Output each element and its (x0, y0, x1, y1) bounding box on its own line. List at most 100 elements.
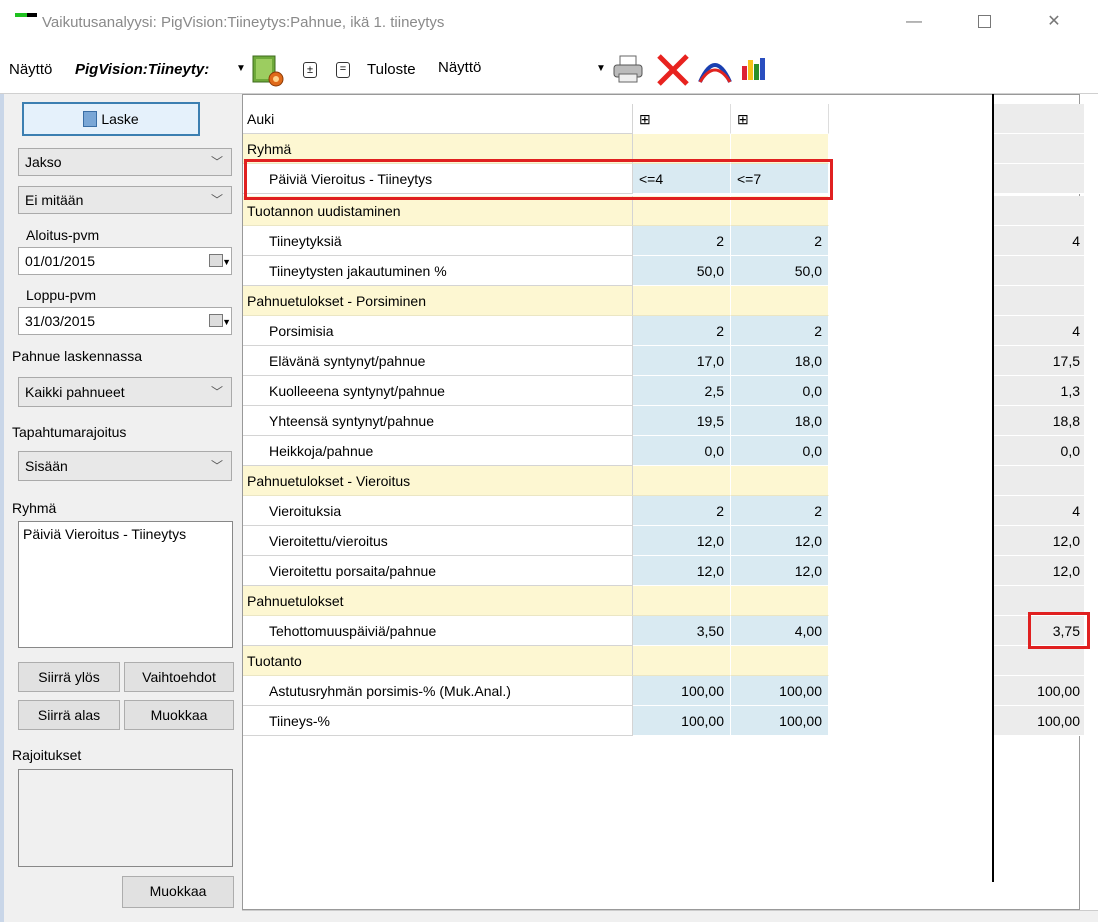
cell (731, 286, 829, 316)
group-list[interactable]: Päiviä Vieroitus - Tiineytys (18, 521, 233, 648)
section-header: Pahnuetulokset (243, 586, 831, 616)
table-row[interactable]: Vieroituksia 2 2 (243, 496, 831, 526)
table-row[interactable]: Vieroitettu/vieroitus 12,0 12,0 (243, 526, 831, 556)
collapse-icon[interactable]: = (336, 62, 350, 78)
cell: 100,00 (633, 706, 731, 736)
event-restriction-label: Tapahtumarajoitus (12, 424, 127, 440)
close-button[interactable]: ✕ (1032, 6, 1076, 38)
cell: 12,0 (633, 526, 731, 556)
cell: 0,0 (633, 436, 731, 466)
end-date-label: Loppu-pvm (26, 287, 97, 303)
edit-restrictions-button[interactable]: Muokkaa (122, 876, 234, 908)
dropdown-arrow-icon[interactable]: ▼ (222, 309, 231, 335)
horizontal-scrollbar[interactable] (242, 910, 1098, 922)
start-date-field[interactable]: 01/01/2015 ▼ (18, 247, 232, 275)
view-label: Näyttö (9, 61, 53, 78)
cell: 2 (731, 316, 829, 346)
litter-select[interactable]: Kaikki pahnueet ﹀ (18, 377, 232, 407)
cell: 2 (731, 496, 829, 526)
cell (731, 646, 829, 676)
grouping-select-value: Ei mitään (25, 192, 84, 208)
table-row[interactable]: Tiineytyksiä 2 2 (243, 226, 831, 256)
event-restriction-value: Sisään (25, 458, 68, 474)
move-down-button[interactable]: Siirrä alas (18, 700, 120, 730)
table-row[interactable]: Porsimisia 2 2 (243, 316, 831, 346)
analysis-window: Vaikutusanalyysi: PigVision:Tiineytys:Pa… (0, 0, 1098, 922)
table-row[interactable]: Elävänä syntynyt/pahnue 17,0 18,0 (243, 346, 831, 376)
calendar-icon[interactable] (209, 314, 223, 327)
cell: 2 (633, 496, 731, 526)
edit-group-button[interactable]: Muokkaa (124, 700, 234, 730)
section-header: Tuotannon uudistaminen (243, 196, 831, 226)
app-icon (15, 13, 37, 27)
table-row[interactable]: Yhteensä syntynyt/pahnue 19,5 18,0 (243, 406, 831, 436)
summary-cell: 12,0 (994, 526, 1084, 556)
section-header: Ryhmä (243, 134, 831, 164)
grouping-select[interactable]: Ei mitään ﹀ (18, 186, 232, 214)
cell: 3,50 (633, 616, 731, 646)
expand-column-icon[interactable]: ⊞ (731, 104, 829, 134)
gear-icon[interactable] (251, 54, 285, 88)
cell: 100,00 (731, 676, 829, 706)
calendar-icon[interactable] (209, 254, 223, 267)
options-button[interactable]: Vaihtoehdot (124, 662, 234, 692)
delete-icon[interactable] (655, 52, 691, 88)
restrictions-list[interactable] (18, 769, 233, 867)
section-header: Tuotanto (243, 646, 831, 676)
event-restriction-select[interactable]: Sisään ﹀ (18, 451, 232, 481)
printer-icon[interactable] (612, 54, 644, 84)
profile-select[interactable]: PigVision:Tiineyty: (75, 61, 240, 78)
period-select[interactable]: Jakso ﹀ (18, 148, 232, 176)
summary-cell: 100,00 (994, 706, 1084, 736)
table-row[interactable]: Tehottomuuspäiviä/pahnue 3,50 4,00 (243, 616, 831, 646)
expand-icon[interactable]: ± (303, 62, 317, 78)
row-label: Tehottomuuspäiviä/pahnue (243, 616, 633, 646)
output-select[interactable]: Näyttö (432, 51, 612, 85)
table-row[interactable]: Kuolleeena syntynyt/pahnue 2,5 0,0 (243, 376, 831, 406)
end-date-field[interactable]: 31/03/2015 ▼ (18, 307, 232, 335)
summary-cell: 17,5 (994, 346, 1084, 376)
profile-dropdown-icon[interactable]: ▼ (236, 63, 246, 74)
table-row[interactable]: Tiineytysten jakautuminen % 50,0 50,0 (243, 256, 831, 286)
table-row[interactable]: Auki ⊞ ⊞ (243, 104, 831, 134)
output-dropdown-icon[interactable]: ▼ (596, 63, 606, 74)
section-label: Pahnuetulokset (243, 586, 633, 616)
table-row[interactable]: Astutusryhmän porsimis-% (Muk.Anal.) 100,… (243, 676, 831, 706)
highlight-box-group-row (244, 159, 833, 200)
row-label: Vieroitettu porsaita/pahnue (243, 556, 633, 586)
period-select-value: Jakso (25, 154, 62, 170)
dropdown-arrow-icon[interactable]: ▼ (222, 249, 231, 275)
row-label: Tiineys-% (243, 706, 633, 736)
cell: 19,5 (633, 406, 731, 436)
group-list-item[interactable]: Päiviä Vieroitus - Tiineytys (23, 526, 228, 542)
section-header: Pahnuetulokset - Porsiminen (243, 286, 831, 316)
curve-icon[interactable] (697, 52, 733, 86)
calculate-button[interactable]: Laske (22, 102, 200, 136)
summary-cell: 12,0 (994, 556, 1084, 586)
table-row[interactable]: Vieroitettu porsaita/pahnue 12,0 12,0 (243, 556, 831, 586)
move-up-button[interactable]: Siirrä ylös (18, 662, 120, 692)
cell: 12,0 (731, 526, 829, 556)
row-label: Vieroituksia (243, 496, 633, 526)
cell (731, 466, 829, 496)
cell: 2 (633, 316, 731, 346)
cell: 0,0 (731, 376, 829, 406)
cell: 50,0 (633, 256, 731, 286)
cell: 50,0 (731, 256, 829, 286)
row-label: Auki (243, 104, 633, 134)
settings-panel: Laske Jakso ﹀ Ei mitään ﹀ Aloitus-pvm 01/0… (4, 94, 242, 922)
row-label: Astutusryhmän porsimis-% (Muk.Anal.) (243, 676, 633, 706)
cell: 2,5 (633, 376, 731, 406)
row-label: Porsimisia (243, 316, 633, 346)
calculator-icon (83, 111, 98, 127)
expand-column-icon[interactable]: ⊞ (633, 104, 731, 134)
summary-cell: 100,00 (994, 676, 1084, 706)
table-row[interactable]: Heikkoja/pahnue 0,0 0,0 (243, 436, 831, 466)
summary-cell: 0,0 (994, 436, 1084, 466)
cell: 100,00 (731, 706, 829, 736)
cell (633, 286, 731, 316)
table-row[interactable]: Tiineys-% 100,00 100,00 (243, 706, 831, 736)
minimize-button[interactable]: — (892, 6, 936, 38)
maximize-button[interactable] (962, 6, 1006, 38)
bar-chart-icon[interactable] (740, 56, 768, 82)
